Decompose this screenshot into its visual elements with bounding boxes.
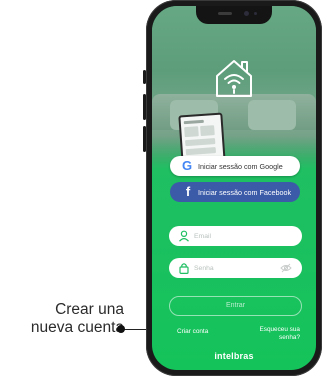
email-input[interactable]	[194, 232, 284, 240]
password-field[interactable]	[169, 258, 302, 278]
google-icon: G	[181, 158, 193, 173]
phone-volume-up-button	[143, 94, 146, 120]
eye-off-icon[interactable]	[280, 263, 292, 273]
lock-icon	[179, 263, 189, 274]
brand-logo: intelbras	[214, 351, 254, 361]
sofa-cushion	[248, 100, 296, 130]
hero-background-image	[152, 6, 316, 170]
speaker-grille	[218, 12, 232, 15]
google-login-label: Iniciar sessão com Google	[198, 161, 283, 171]
user-icon	[179, 230, 189, 242]
callout-line-1: Crear una	[55, 301, 124, 318]
forgot-password-link[interactable]: Esqueceu sua senha?	[250, 326, 300, 341]
app-screen: G Iniciar sessão com Google f Iniciar se…	[152, 6, 316, 370]
password-input[interactable]	[194, 264, 284, 272]
phone-notch	[196, 6, 272, 24]
smart-home-wifi-icon	[216, 60, 252, 97]
front-camera	[244, 11, 249, 16]
facebook-login-button[interactable]: f Iniciar sessão com Facebook	[170, 182, 300, 202]
phone-mute-button	[143, 70, 146, 84]
facebook-icon: f	[185, 184, 191, 199]
facebook-login-label: Iniciar sessão com Facebook	[198, 187, 292, 197]
callout-text: Crear una nueva cuenta	[4, 301, 124, 337]
phone-frame: G Iniciar sessão com Google f Iniciar se…	[143, 0, 322, 376]
callout-line-2: nueva cuenta	[30, 319, 124, 336]
callout-pointer-dot	[117, 325, 125, 333]
phone-volume-down-button	[143, 126, 146, 152]
create-account-link[interactable]: Criar conta	[177, 328, 208, 335]
google-login-button[interactable]: G Iniciar sessão com Google	[170, 156, 300, 176]
email-field[interactable]	[169, 226, 302, 246]
proximity-sensor	[254, 12, 257, 15]
submit-login-button[interactable]: Entrar	[169, 296, 302, 316]
